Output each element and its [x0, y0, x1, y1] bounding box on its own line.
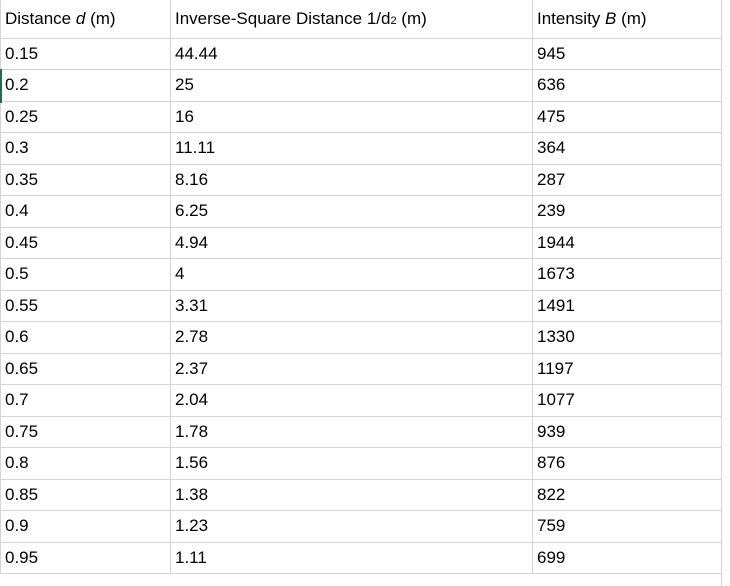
table-row: 0.95 1.11 699	[0, 541, 723, 574]
cell-inverse[interactable]: 6.25	[170, 195, 533, 228]
header-intensity-suffix: (m)	[616, 8, 647, 28]
table-row: 0.6 2.78 1330	[0, 321, 723, 354]
cell-intensity[interactable]: 1944	[532, 226, 723, 259]
cell-intensity[interactable]: 475	[532, 100, 723, 133]
header-cell-inverse[interactable]: Inverse-Square Distance 1/d2 (m)	[170, 0, 533, 39]
data-table: Distance d (m) Inverse-Square Distance 1…	[0, 0, 723, 574]
table-row: 0.3 11.11 364	[0, 132, 723, 165]
table-body: 0.15 44.44 945 0.2 25 636 0.25 16 475 0.3 11.11 364…	[0, 37, 723, 574]
cell-intensity[interactable]: 364	[532, 132, 723, 165]
table-row: 0.5 4 1673	[0, 258, 723, 291]
cell-distance[interactable]: 0.5	[0, 258, 171, 291]
cell-intensity[interactable]: 1077	[532, 384, 723, 417]
table-row: 0.65 2.37 1197	[0, 352, 723, 385]
cell-distance[interactable]: 0.9	[0, 510, 171, 543]
cell-intensity[interactable]: 636	[532, 69, 723, 102]
cell-distance[interactable]: 0.15	[0, 37, 171, 70]
table-row: 0.55 3.31 1491	[0, 289, 723, 322]
cell-inverse[interactable]: 2.37	[170, 352, 533, 385]
cell-distance[interactable]: 0.4	[0, 195, 171, 228]
cell-distance[interactable]: 0.55	[0, 289, 171, 322]
cell-distance[interactable]: 0.6	[0, 321, 171, 354]
cell-inverse[interactable]: 3.31	[170, 289, 533, 322]
cell-intensity[interactable]: 699	[532, 541, 723, 574]
table-row: 0.9 1.23 759	[0, 510, 723, 543]
cell-inverse[interactable]: 11.11	[170, 132, 533, 165]
cell-inverse[interactable]: 8.16	[170, 163, 533, 196]
table-row: 0.75 1.78 939	[0, 415, 723, 448]
cell-inverse[interactable]: 1.23	[170, 510, 533, 543]
table-row: 0.45 4.94 1944	[0, 226, 723, 259]
cell-intensity[interactable]: 759	[532, 510, 723, 543]
table-row: 0.2 25 636	[0, 69, 723, 102]
cell-inverse[interactable]: 25	[170, 69, 533, 102]
header-distance-var: d	[75, 8, 86, 28]
header-distance-suffix: (m)	[85, 8, 116, 28]
header-distance-prefix: Distance	[5, 8, 76, 28]
cell-distance[interactable]: 0.8	[0, 447, 171, 480]
cell-inverse[interactable]: 16	[170, 100, 533, 133]
cell-intensity[interactable]: 822	[532, 478, 723, 511]
cell-inverse[interactable]: 4	[170, 258, 533, 291]
cell-intensity[interactable]: 1491	[532, 289, 723, 322]
cell-intensity[interactable]: 287	[532, 163, 723, 196]
header-intensity-prefix: Intensity	[537, 8, 606, 28]
cell-intensity[interactable]: 1330	[532, 321, 723, 354]
cell-intensity[interactable]: 239	[532, 195, 723, 228]
table-row: 0.7 2.04 1077	[0, 384, 723, 417]
header-cell-intensity[interactable]: Intensity B (m)	[532, 0, 723, 39]
cell-inverse[interactable]: 2.04	[170, 384, 533, 417]
header-row: Distance d (m) Inverse-Square Distance 1…	[0, 0, 723, 39]
table-row: 0.35 8.16 287	[0, 163, 723, 196]
next-column-edge	[721, 0, 730, 586]
table-row: 0.85 1.38 822	[0, 478, 723, 511]
table-row: 0.25 16 475	[0, 100, 723, 133]
table-row: 0.8 1.56 876	[0, 447, 723, 480]
cell-inverse[interactable]: 4.94	[170, 226, 533, 259]
cell-distance[interactable]: 0.2	[0, 69, 171, 102]
cell-distance[interactable]: 0.25	[0, 100, 171, 133]
cell-intensity[interactable]: 939	[532, 415, 723, 448]
header-inverse-prefix: Inverse-Square Distance 1/d	[175, 8, 391, 28]
cell-intensity[interactable]: 876	[532, 447, 723, 480]
cell-inverse[interactable]: 1.78	[170, 415, 533, 448]
table-row: 0.4 6.25 239	[0, 195, 723, 228]
cell-intensity[interactable]: 1197	[532, 352, 723, 385]
cell-inverse[interactable]: 1.56	[170, 447, 533, 480]
cell-intensity[interactable]: 945	[532, 37, 723, 70]
cell-distance[interactable]: 0.85	[0, 478, 171, 511]
cell-distance[interactable]: 0.45	[0, 226, 171, 259]
cell-distance[interactable]: 0.75	[0, 415, 171, 448]
cell-distance[interactable]: 0.3	[0, 132, 171, 165]
cell-inverse[interactable]: 44.44	[170, 37, 533, 70]
cell-distance[interactable]: 0.65	[0, 352, 171, 385]
table-row: 0.15 44.44 945	[0, 37, 723, 70]
cell-distance[interactable]: 0.95	[0, 541, 171, 574]
cell-inverse[interactable]: 2.78	[170, 321, 533, 354]
cell-distance[interactable]: 0.7	[0, 384, 171, 417]
spreadsheet-grid: Distance d (m) Inverse-Square Distance 1…	[0, 0, 730, 586]
cell-inverse[interactable]: 1.11	[170, 541, 533, 574]
header-intensity-var: B	[605, 8, 617, 28]
cell-inverse[interactable]: 1.38	[170, 478, 533, 511]
header-inverse-suffix: (m)	[396, 8, 427, 28]
cell-intensity[interactable]: 1673	[532, 258, 723, 291]
cell-distance[interactable]: 0.35	[0, 163, 171, 196]
header-cell-distance[interactable]: Distance d (m)	[0, 0, 171, 39]
row-selection-accent	[0, 69, 2, 103]
